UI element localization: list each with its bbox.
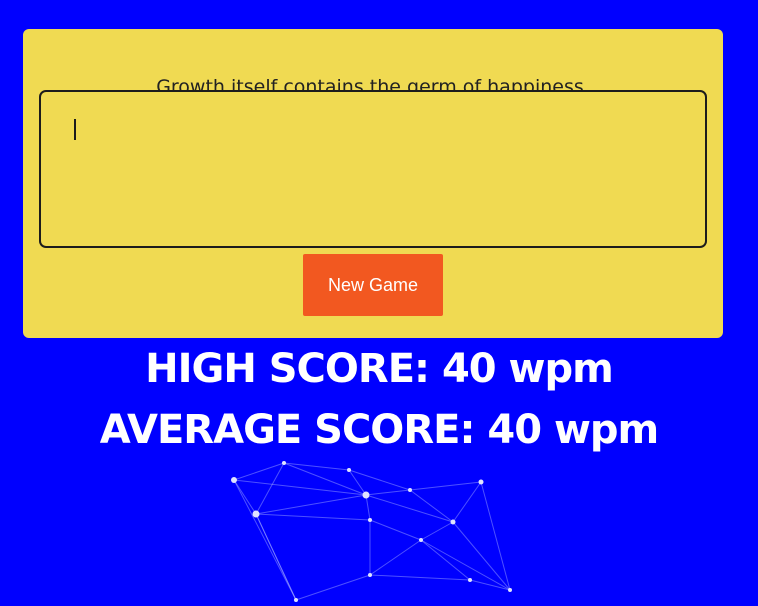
high-score: HIGH SCORE: 40 wpm [145,346,614,392]
game-screen: Growth itself contains the germ of happi… [0,0,758,606]
average-score: AVERAGE SCORE: 40 wpm [99,407,659,453]
text-caret [74,119,76,140]
typing-input[interactable] [39,90,707,248]
typing-card: Growth itself contains the germ of happi… [23,29,723,338]
new-game-button[interactable]: New Game [303,254,443,316]
